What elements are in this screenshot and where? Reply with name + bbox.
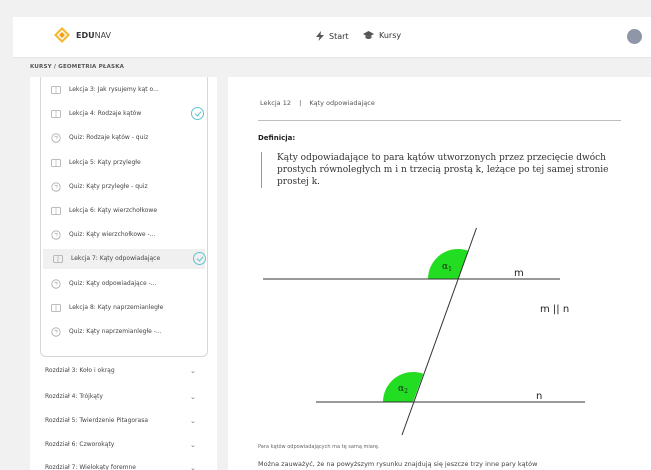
lesson-list: Lekcja 3: Jak rysujemy kąt o... Lekcja 4:… — [40, 77, 208, 357]
book-icon — [53, 255, 63, 264]
book-icon — [51, 86, 61, 94]
sidebar-item-label: Lekcja 3: Jak rysujemy kąt o... — [69, 86, 159, 93]
sidebar-lesson-item[interactable]: Lekcja 3: Jak rysujemy kąt o... — [41, 80, 207, 100]
chapter-item[interactable]: Rozdział 7: Wielokąty foremne ⌄ — [45, 464, 205, 470]
chevron-down-icon: ⌄ — [190, 464, 196, 470]
graduation-cap-icon — [363, 31, 374, 39]
lesson-number: Lekcja 12 — [260, 99, 291, 107]
sidebar-quiz-item[interactable]: Quiz: Rodzaje kątów - quiz — [41, 128, 207, 148]
top-navbar: EDUNAV Start Kursy — [13, 17, 651, 58]
nav-start-link[interactable]: Start — [316, 31, 349, 41]
completed-check-icon — [193, 252, 206, 266]
chevron-down-icon: ⌄ — [190, 441, 196, 449]
quiz-bubble-icon — [51, 182, 61, 192]
chapter-item[interactable]: Rozdział 4: Trójkąty ⌄ — [45, 393, 205, 401]
chapter-item[interactable]: Rozdział 3: Koło i okrąg ⌄ — [45, 367, 205, 375]
completed-check-icon — [191, 107, 204, 121]
parallel-label: m || n — [540, 304, 569, 315]
book-icon — [51, 110, 61, 119]
brand-name-rest: NAV — [94, 30, 112, 40]
breadcrumb[interactable]: KURSY / GEOMETRIA PŁASKA — [30, 64, 124, 70]
quiz-bubble-icon — [51, 230, 61, 240]
sidebar-item-label: Quiz: Rodzaje kątów - quiz — [69, 134, 149, 142]
brand-name-bold: EDU — [76, 30, 95, 40]
chapter-label: Rozdział 5: Twierdzenie Pitagorasa — [45, 417, 149, 424]
header-divider — [258, 120, 621, 121]
sidebar-item-label: Lekcja 5: Kąty przyległe — [69, 158, 141, 166]
chapter-label: Rozdział 3: Koło i okrąg — [45, 367, 115, 374]
sidebar-item-label: Quiz: Kąty wierzchołkowe -... — [69, 231, 156, 239]
chapter-label: Rozdział 4: Trójkąty — [45, 393, 103, 400]
lesson-header-separator: | — [299, 99, 302, 107]
sidebar-quiz-item[interactable]: Quiz: Kąty przyległe - quiz — [41, 177, 207, 197]
quiz-bubble-icon — [51, 327, 61, 337]
sidebar-quiz-item[interactable]: Quiz: Kąty wierzchołkowe -... — [41, 225, 207, 245]
line-n-label: n — [536, 391, 542, 402]
nav-start-label: Start — [329, 31, 349, 41]
sidebar-lesson-item[interactable]: Lekcja 4: Rodzaje kątów — [41, 104, 207, 124]
quiz-bubble-icon — [51, 278, 61, 289]
chapter-item[interactable]: Rozdział 5: Twierdzenie Pitagorasa ⌄ — [45, 417, 205, 425]
nav-kursy-label: Kursy — [379, 31, 402, 40]
sidebar-lesson-item[interactable]: Lekcja 7: Kąty odpowiadające — [43, 249, 206, 270]
sidebar-item-label: Quiz: Kąty odpowiadające -... — [69, 279, 157, 287]
sidebar-lesson-item[interactable]: Lekcja 6: Kąty wierzchołkowe — [41, 201, 207, 221]
lesson-header: Lekcja 12 | Kąty odpowiadające — [260, 99, 375, 107]
chevron-down-icon: ⌄ — [190, 393, 196, 401]
book-icon — [51, 158, 61, 167]
nav-kursy-link[interactable]: Kursy — [363, 31, 401, 40]
sidebar-item-label: Quiz: Kąty naprzemianległe -... — [69, 328, 162, 335]
chevron-down-icon: ⌄ — [190, 417, 196, 425]
quiz-bubble-icon — [51, 133, 61, 143]
chevron-down-icon: ⌄ — [190, 367, 196, 375]
sidebar-item-label: Lekcja 7: Kąty odpowiadające — [71, 255, 161, 263]
logo[interactable]: EDUNAV — [53, 26, 111, 44]
book-icon — [51, 207, 61, 215]
course-sidebar: Lekcja 3: Jak rysujemy kąt o... Lekcja 4:… — [30, 77, 217, 470]
lesson-title: Kąty odpowiadające — [309, 99, 375, 107]
angle-alpha1-sector — [428, 248, 469, 279]
edunav-logo-icon — [54, 27, 70, 43]
definition-quote: Kąty odpowiadające to para kątów utworzo… — [261, 152, 611, 188]
sidebar-lesson-item[interactable]: Lekcja 5: Kąty przyległe — [41, 153, 207, 173]
line-m-label: m — [514, 268, 524, 279]
book-icon — [51, 303, 61, 312]
sidebar-item-label: Lekcja 4: Rodzaje kątów — [69, 110, 142, 118]
sidebar-item-label: Quiz: Kąty przyległe - quiz — [69, 182, 148, 190]
lesson-content: Lekcja 12 | Kąty odpowiadające Definicja… — [228, 77, 651, 470]
lightning-icon — [316, 31, 324, 41]
sidebar-lesson-item[interactable]: Lekcja 8: Kąty naprzemianległe — [41, 298, 207, 318]
chapter-label: Rozdział 7: Wielokąty foremne — [45, 464, 136, 470]
sidebar-item-label: Lekcja 6: Kąty wierzchołkowe — [69, 207, 158, 214]
chapter-item[interactable]: Rozdział 6: Czworokąty ⌄ — [45, 441, 205, 449]
sidebar-quiz-item[interactable]: Quiz: Kąty naprzemianległe -... — [41, 322, 207, 342]
sidebar-item-label: Lekcja 8: Kąty naprzemianległe — [69, 303, 164, 311]
diagram-caption: Para kątów odpowiadających ma tę samą mi… — [258, 444, 380, 450]
corresponding-angles-diagram: α1 α2 m n m || n — [263, 227, 585, 436]
chapter-label: Rozdział 6: Czworokąty — [45, 441, 115, 448]
definition-heading: Definicja: — [258, 134, 296, 142]
lesson-paragraph: Można zauważyć, że na powyższym rysunku … — [258, 460, 538, 468]
user-avatar[interactable] — [627, 29, 642, 44]
sidebar-quiz-item[interactable]: Quiz: Kąty odpowiadające -... — [41, 274, 207, 294]
